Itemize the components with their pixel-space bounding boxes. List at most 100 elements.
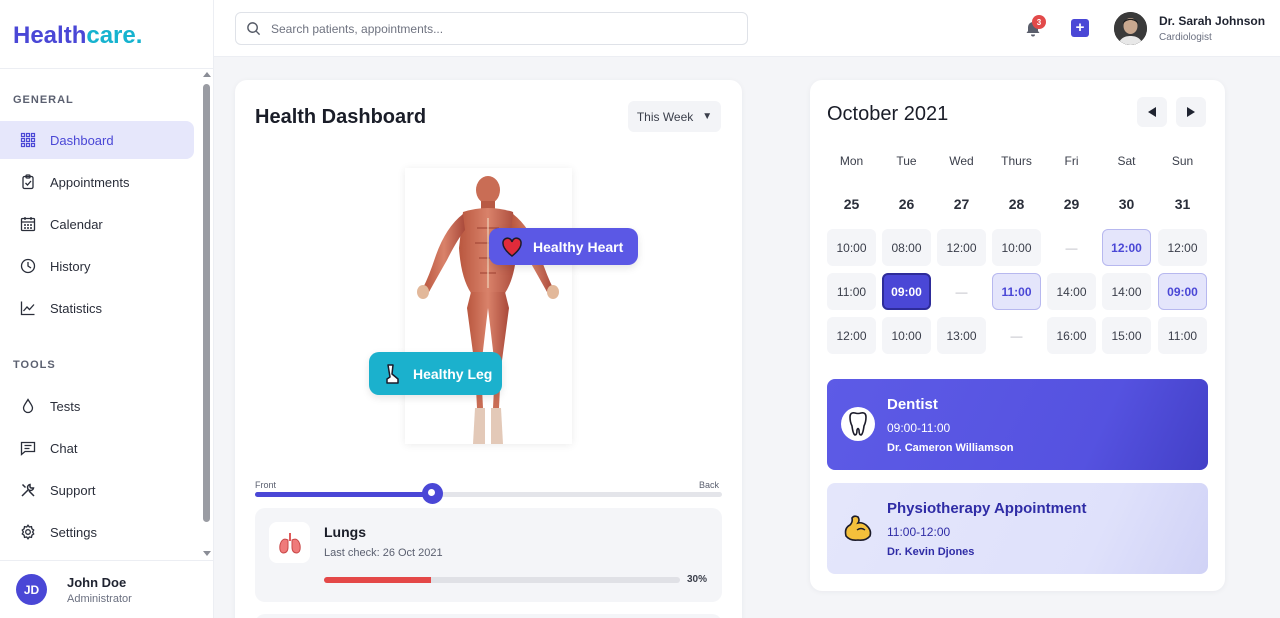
calendar-icon xyxy=(20,216,36,232)
search-box[interactable] xyxy=(235,12,748,45)
doctor-avatar[interactable] xyxy=(1114,12,1147,45)
healthy-leg-tag[interactable]: Healthy Leg xyxy=(369,352,502,395)
doctor-role: Cardiologist xyxy=(1159,32,1212,43)
clipboard-icon xyxy=(20,174,36,190)
time-slot[interactable]: 11:00 xyxy=(1158,317,1207,354)
period-select-value: This Week xyxy=(636,109,694,124)
time-slot[interactable]: 08:00 xyxy=(882,229,931,266)
search-input[interactable] xyxy=(271,21,731,36)
section-label-general: GENERAL xyxy=(13,94,74,106)
notification-badge: 3 xyxy=(1032,15,1046,29)
brand-logo[interactable]: Healthcare. xyxy=(0,0,213,69)
time-slot[interactable]: 16:00 xyxy=(1047,317,1096,354)
section-label-tools: TOOLS xyxy=(13,359,56,371)
date-number[interactable]: 26 xyxy=(883,196,931,212)
sidebar-item-label: Statistics xyxy=(50,300,103,316)
search-icon xyxy=(247,22,261,36)
sidebar-nav: GENERAL Dashboard Appointments Calendar … xyxy=(0,70,200,558)
view-slider-handle[interactable] xyxy=(421,483,443,504)
date-number[interactable]: 31 xyxy=(1159,196,1207,212)
brand-part2: care xyxy=(86,22,136,49)
scroll-up-arrow-icon[interactable] xyxy=(203,72,211,77)
sidebar-item-statistics[interactable]: Statistics xyxy=(0,289,194,327)
sidebar-item-settings[interactable]: Settings xyxy=(0,513,194,551)
current-user[interactable]: JD John Doe Administrator xyxy=(0,560,213,618)
date-number[interactable]: 29 xyxy=(1048,196,1096,212)
previous-month-button[interactable] xyxy=(1137,97,1167,127)
sidebar-item-tests[interactable]: Tests xyxy=(0,387,194,425)
appointment-title: Physiotherapy Appointment xyxy=(887,500,1087,517)
user-name: John Doe xyxy=(67,574,127,590)
sidebar-item-label: Support xyxy=(50,482,96,498)
weekday-label: Mon xyxy=(839,154,864,168)
date-number[interactable]: 27 xyxy=(938,196,986,212)
chat-icon xyxy=(20,440,36,456)
healthy-heart-tag[interactable]: Healthy Heart xyxy=(489,228,638,265)
avatar: JD xyxy=(16,574,47,605)
sidebar-item-support[interactable]: Support xyxy=(0,471,194,509)
time-slot-empty: — xyxy=(1047,229,1096,266)
scrollbar-thumb[interactable] xyxy=(203,84,210,522)
time-slot[interactable]: 11:00 xyxy=(827,273,876,310)
time-slot[interactable]: 10:00 xyxy=(992,229,1041,266)
chart-icon xyxy=(20,300,36,316)
time-slot[interactable]: 15:00 xyxy=(1102,317,1151,354)
time-slot[interactable]: 12:00 xyxy=(1102,229,1151,266)
time-slot[interactable]: 12:00 xyxy=(827,317,876,354)
sidebar-item-calendar[interactable]: Calendar xyxy=(0,205,194,243)
view-slider-track[interactable] xyxy=(255,492,722,497)
time-slot[interactable]: 09:00 xyxy=(882,273,931,310)
time-slot[interactable]: 12:00 xyxy=(937,229,986,266)
sidebar-item-label: Dashboard xyxy=(50,132,114,148)
weekday-label: Wed xyxy=(949,154,974,168)
date-number[interactable]: 30 xyxy=(1103,196,1151,212)
sidebar-item-dashboard[interactable]: Dashboard xyxy=(0,121,194,159)
time-slot[interactable]: 09:00 xyxy=(1158,273,1207,310)
period-select[interactable]: This Week ▼ xyxy=(628,101,721,132)
weekday-label: Tue xyxy=(896,154,917,168)
date-number[interactable]: 28 xyxy=(993,196,1041,212)
time-slot[interactable]: 10:00 xyxy=(882,317,931,354)
anatomy-image xyxy=(405,168,572,444)
tools-icon xyxy=(20,482,36,498)
appointment-card-dentist[interactable]: Dentist 09:00-11:00 Dr. Cameron Williams… xyxy=(827,379,1208,470)
weekday-label: Sun xyxy=(1171,154,1194,168)
time-slot[interactable]: 13:00 xyxy=(937,317,986,354)
leg-tag-label: Healthy Leg xyxy=(413,365,493,382)
organ-name: Lungs xyxy=(324,524,366,540)
tooth-icon xyxy=(841,407,875,441)
top-bar: 3 + Dr. Sarah Johnson Cardiologist xyxy=(214,0,1280,57)
sidebar-item-appointments[interactable]: Appointments xyxy=(0,163,194,201)
sidebar-item-history[interactable]: History xyxy=(0,247,194,285)
sidebar-item-label: Calendar xyxy=(50,216,103,232)
organ-progress-fill xyxy=(324,577,431,583)
organ-status-card[interactable]: Lungs Last check: 26 Oct 2021 30% xyxy=(255,508,722,602)
sidebar-item-label: Chat xyxy=(50,440,78,456)
grid-icon xyxy=(20,132,36,148)
scroll-down-arrow-icon[interactable] xyxy=(203,551,211,556)
time-slot[interactable]: 11:00 xyxy=(992,273,1041,310)
brand-part1: Health xyxy=(13,22,87,49)
time-slot[interactable]: 14:00 xyxy=(1102,273,1151,310)
sidebar-scrollbar[interactable] xyxy=(202,70,212,558)
date-number[interactable]: 25 xyxy=(828,196,876,212)
page-title: Health Dashboard xyxy=(255,106,427,128)
add-button[interactable]: + xyxy=(1071,19,1089,37)
view-slider-fill xyxy=(255,492,433,497)
organ-status-card-next[interactable] xyxy=(255,614,722,618)
time-slot-empty: — xyxy=(992,317,1041,354)
time-slot[interactable]: 10:00 xyxy=(827,229,876,266)
drop-icon xyxy=(20,398,36,414)
next-month-button[interactable] xyxy=(1176,97,1206,127)
sidebar-item-label: Tests xyxy=(50,398,81,414)
sidebar: Healthcare. GENERAL Dashboard Appointmen… xyxy=(0,0,214,618)
flexed-arm-icon xyxy=(844,515,872,541)
organ-progress-track xyxy=(324,577,680,583)
appointment-card-physiotherapy[interactable]: Physiotherapy Appointment 11:00-12:00 Dr… xyxy=(827,483,1208,574)
slider-label-front: Front xyxy=(255,480,277,490)
weekday-label: Fri xyxy=(1064,154,1079,168)
sidebar-item-chat[interactable]: Chat xyxy=(0,429,194,467)
time-slot[interactable]: 12:00 xyxy=(1158,229,1207,266)
time-slot[interactable]: 14:00 xyxy=(1047,273,1096,310)
organ-progress-label: 30% xyxy=(687,574,708,585)
